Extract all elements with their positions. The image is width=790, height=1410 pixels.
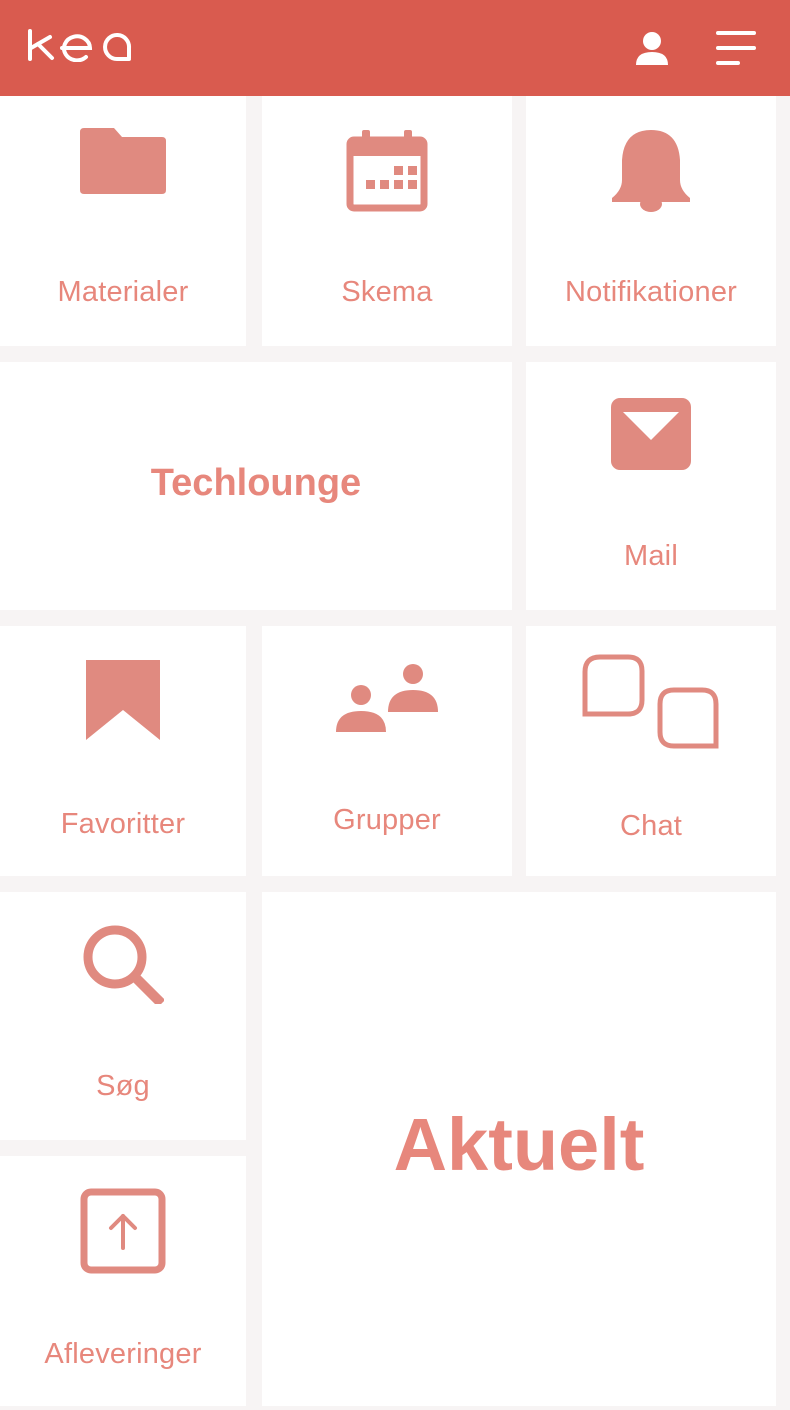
folder-icon bbox=[80, 128, 166, 194]
aktuelt-label: Aktuelt bbox=[393, 1103, 645, 1186]
tile-label: Notifikationer bbox=[564, 276, 738, 308]
envelope-icon bbox=[611, 398, 691, 470]
tile-soeg[interactable]: Søg bbox=[0, 892, 246, 1140]
calendar-icon bbox=[346, 130, 428, 212]
tile-aktuelt[interactable]: Aktuelt bbox=[262, 892, 776, 1406]
hamburger-menu-icon[interactable] bbox=[712, 28, 760, 68]
tile-grupper[interactable]: Grupper bbox=[262, 626, 512, 876]
tile-label: Favoritter bbox=[60, 808, 186, 840]
tile-techlounge[interactable]: Techlounge bbox=[0, 362, 512, 610]
tile-label: Grupper bbox=[333, 804, 441, 836]
group-icon bbox=[336, 664, 438, 732]
bell-icon bbox=[612, 130, 690, 212]
search-icon bbox=[83, 925, 164, 1004]
tile-label: Skema bbox=[341, 276, 433, 308]
tile-chat[interactable]: Chat bbox=[526, 626, 776, 876]
tile-mail[interactable]: Mail bbox=[526, 362, 776, 610]
chat-bubbles-icon bbox=[582, 654, 719, 749]
tile-label: Afleveringer bbox=[44, 1338, 202, 1370]
tile-notifikationer[interactable]: Notifikationer bbox=[526, 96, 776, 346]
bookmark-icon bbox=[86, 660, 160, 740]
tile-label: Mail bbox=[624, 540, 678, 572]
profile-icon[interactable] bbox=[630, 28, 674, 68]
tile-favoritter[interactable]: Favoritter bbox=[0, 626, 246, 876]
tile-label: Søg bbox=[96, 1070, 150, 1102]
app-header: kea bbox=[0, 0, 790, 96]
tile-skema[interactable]: Skema bbox=[262, 96, 512, 346]
tile-label: Chat bbox=[619, 810, 683, 842]
tile-label: Materialer bbox=[57, 276, 189, 308]
kea-logo[interactable]: kea bbox=[26, 28, 144, 62]
techlounge-label: Techlounge bbox=[150, 462, 362, 504]
upload-icon bbox=[80, 1188, 166, 1274]
tile-afleveringer[interactable]: Afleveringer bbox=[0, 1156, 246, 1406]
tile-materialer[interactable]: Materialer bbox=[0, 96, 246, 346]
